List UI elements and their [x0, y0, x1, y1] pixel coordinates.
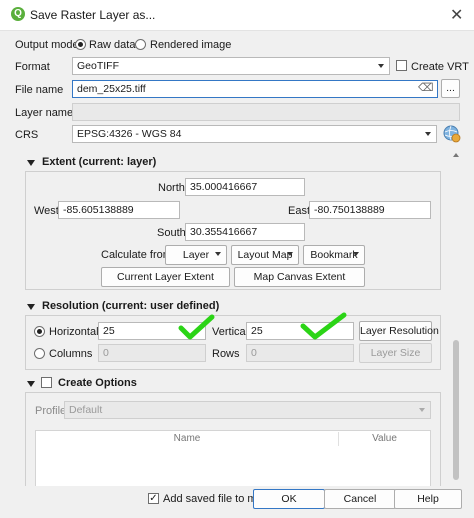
chevron-down-icon — [378, 64, 384, 68]
layer-resolution-button[interactable]: Layer Resolution — [359, 321, 439, 341]
chevron-down-icon — [353, 252, 359, 256]
browse-button[interactable]: ... — [441, 79, 460, 98]
file-name-value: dem_25x25.tiff — [77, 83, 146, 95]
rows-value: 0 — [251, 347, 257, 359]
layer-size-button[interactable]: Layer Size — [359, 343, 432, 363]
east-value: -80.750138889 — [314, 204, 385, 216]
horizontal-label: Horizontal — [49, 326, 99, 338]
south-value: 30.355416667 — [190, 226, 258, 238]
south-input[interactable]: 30.355416667 — [185, 223, 305, 241]
crs-selector-globe-icon[interactable] — [442, 124, 461, 143]
west-label: West — [34, 205, 59, 217]
create-vrt-checkbox[interactable] — [396, 60, 407, 71]
horizontal-radio[interactable] — [34, 326, 45, 337]
vertical-label: Vertical — [212, 326, 249, 338]
layer-name-input[interactable] — [72, 103, 460, 121]
title-bar: Q Save Raster Layer as... ✕ — [0, 0, 474, 31]
close-icon[interactable]: ✕ — [450, 5, 463, 25]
create-options-checkbox[interactable] — [41, 377, 52, 388]
rows-label: Rows — [212, 348, 240, 360]
chevron-down-icon — [419, 408, 425, 412]
output-mode-label: Output mode — [15, 39, 79, 51]
scrollbar-thumb[interactable] — [453, 340, 459, 480]
layer-button-label: Layer — [182, 249, 210, 261]
resolution-collapse-icon[interactable] — [27, 304, 35, 310]
rendered-image-radio[interactable] — [135, 39, 146, 50]
vertical-value: 25 — [251, 325, 263, 337]
chevron-down-icon — [287, 252, 293, 256]
layout-map-dropdown-button[interactable]: Layout Map — [231, 245, 299, 265]
chevron-down-icon — [215, 252, 221, 256]
create-vrt-label: Create VRT — [411, 61, 469, 73]
east-input[interactable]: -80.750138889 — [309, 201, 431, 219]
calculate-from-label: Calculate from — [101, 249, 172, 261]
layout-map-button-label: Layout Map — [237, 249, 293, 261]
west-value: -85.605138889 — [63, 204, 134, 216]
layer-name-label: Layer name — [15, 107, 74, 119]
map-canvas-extent-button[interactable]: Map Canvas Extent — [234, 267, 365, 287]
extent-collapse-icon[interactable] — [27, 160, 35, 166]
format-value: GeoTIFF — [77, 60, 120, 72]
rendered-image-label: Rendered image — [150, 39, 232, 51]
cancel-button[interactable]: Cancel — [324, 489, 396, 509]
current-layer-extent-button[interactable]: Current Layer Extent — [101, 267, 230, 287]
scroll-up-icon[interactable] — [453, 153, 459, 157]
columns-label: Columns — [49, 348, 93, 360]
format-select[interactable]: GeoTIFF — [72, 57, 390, 75]
north-label: North — [158, 182, 185, 194]
create-options-title[interactable]: Create Options — [58, 377, 137, 389]
clear-icon[interactable]: ⌫ — [418, 81, 434, 94]
columns-value: 0 — [103, 347, 109, 359]
crs-value: EPSG:4326 - WGS 84 — [77, 128, 182, 140]
north-value: 35.000416667 — [190, 181, 258, 193]
east-label: East — [288, 205, 311, 217]
crs-label: CRS — [15, 129, 39, 141]
profile-value: Default — [69, 404, 103, 416]
add-saved-file-checkbox[interactable]: ✓ — [148, 493, 159, 504]
crs-select[interactable]: EPSG:4326 - WGS 84 — [72, 125, 437, 143]
value-column-header[interactable]: Value — [339, 432, 430, 446]
extent-title[interactable]: Extent (current: layer) — [42, 156, 156, 168]
layer-dropdown-button[interactable]: Layer — [165, 245, 227, 265]
columns-input[interactable]: 0 — [98, 344, 206, 362]
profile-label: Profile — [35, 405, 67, 417]
file-name-input[interactable]: dem_25x25.tiff — [72, 80, 438, 98]
bookmark-dropdown-button[interactable]: Bookmark — [303, 245, 365, 265]
raw-data-label: Raw data — [89, 39, 136, 51]
columns-radio[interactable] — [34, 348, 45, 359]
bookmark-button-label: Bookmark — [310, 249, 358, 261]
north-input[interactable]: 35.000416667 — [185, 178, 305, 196]
name-column-header[interactable]: Name — [36, 432, 339, 446]
file-name-label: File name — [15, 84, 64, 96]
west-input[interactable]: -85.605138889 — [58, 201, 180, 219]
south-label: South — [157, 227, 186, 239]
profile-select[interactable]: Default — [64, 401, 431, 419]
help-button[interactable]: Help — [394, 489, 462, 509]
chevron-down-icon — [425, 132, 431, 136]
format-label: Format — [15, 61, 50, 73]
resolution-title[interactable]: Resolution (current: user defined) — [42, 300, 219, 312]
window-title: Save Raster Layer as... — [30, 8, 156, 22]
horizontal-value: 25 — [103, 325, 115, 337]
green-checkmark-annotation-icon — [300, 312, 347, 340]
qgis-logo-icon: Q — [11, 7, 25, 21]
ok-button[interactable]: OK — [253, 489, 325, 509]
green-checkmark-annotation-icon — [178, 314, 215, 340]
create-options-collapse-icon[interactable] — [27, 381, 35, 387]
rows-input[interactable]: 0 — [246, 344, 354, 362]
raw-data-radio[interactable] — [75, 39, 86, 50]
